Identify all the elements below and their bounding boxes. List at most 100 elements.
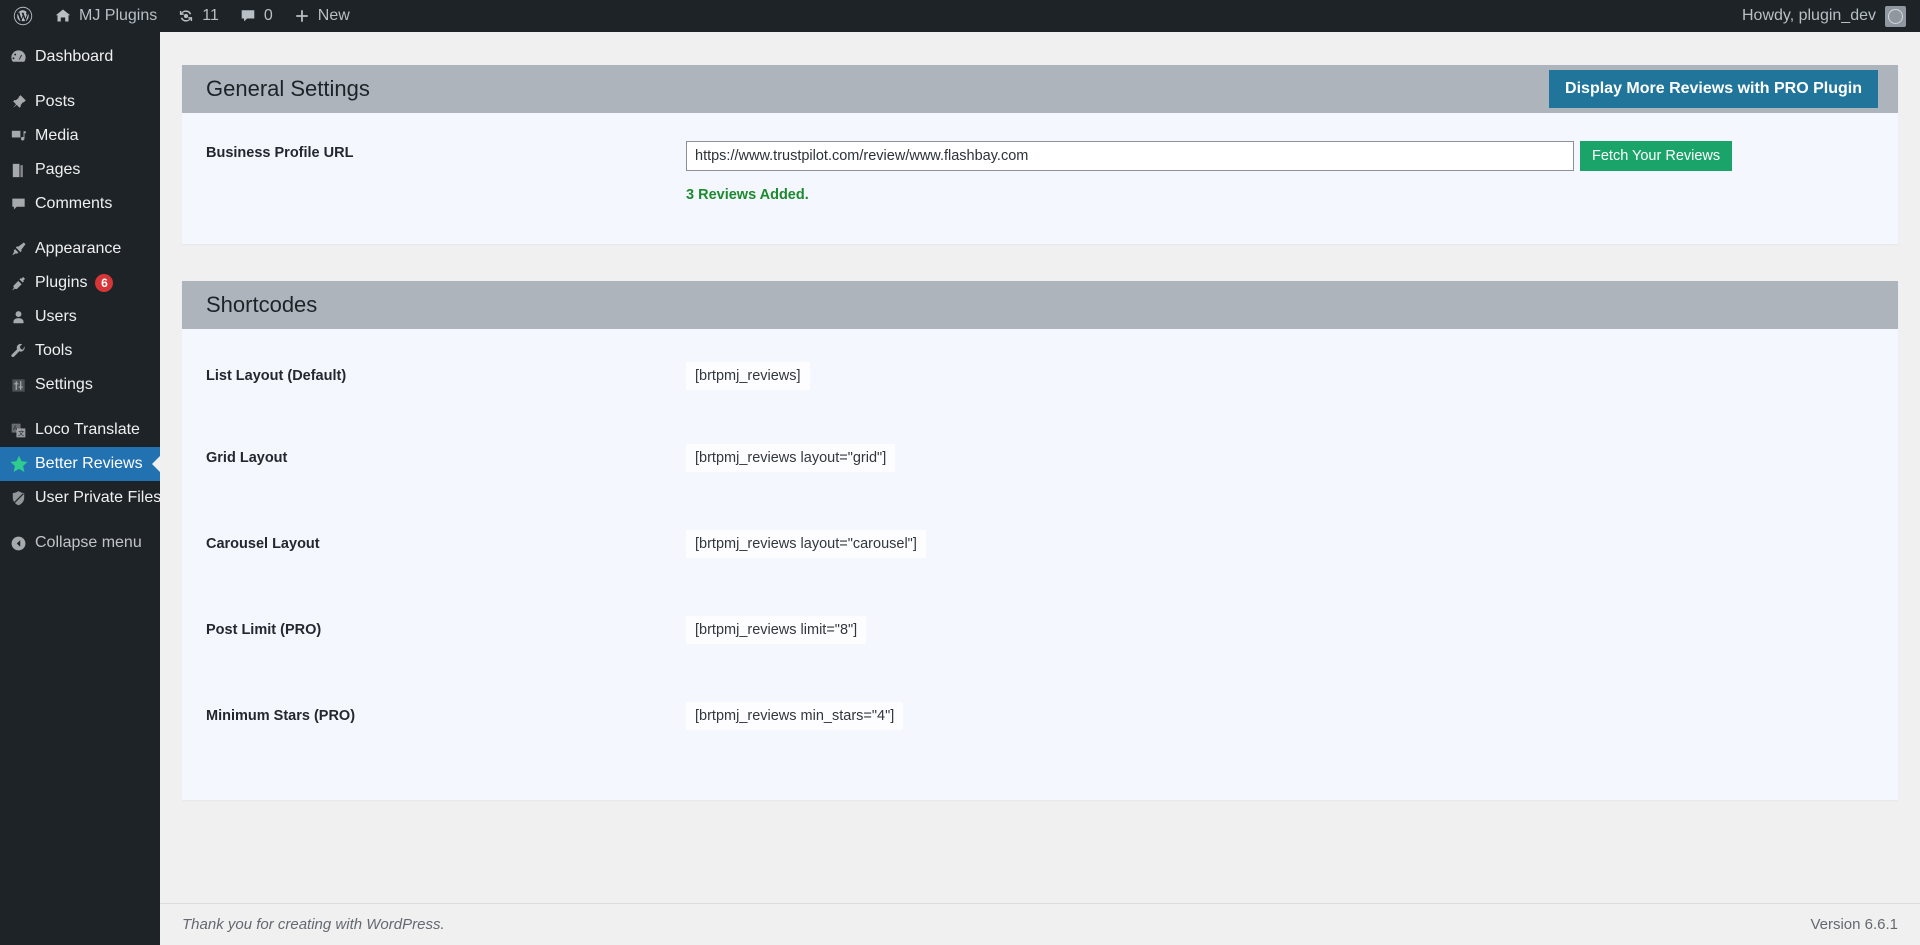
updates-button[interactable]: 11 (167, 0, 229, 32)
sidebar-item-label: Tools (35, 342, 73, 359)
avatar (1885, 5, 1906, 27)
shortcode-label: Post Limit (PRO) (206, 622, 322, 638)
wordpress-logo-icon (13, 6, 33, 26)
general-settings-panel: General Settings Display More Reviews wi… (182, 65, 1898, 244)
wrench-icon (9, 342, 35, 361)
shortcode-row-minimum-stars: Minimum Stars (PRO) [brtpmj_reviews min_… (182, 673, 1898, 759)
sidebar-item-comments[interactable]: Comments (0, 187, 160, 221)
business-profile-url-field: Fetch Your Reviews 3 Reviews Added. (686, 141, 1874, 203)
sidebar-item-tools[interactable]: Tools (0, 334, 160, 368)
shortcode-label: Grid Layout (206, 450, 288, 466)
pages-icon (9, 161, 35, 180)
account-greeting: Howdy, plugin_dev (1741, 7, 1876, 24)
sidebar-item-settings[interactable]: Settings (0, 368, 160, 402)
shortcode-code[interactable]: [brtpmj_reviews layout="grid"] (686, 444, 896, 472)
business-profile-url-input[interactable] (686, 141, 1574, 171)
collapse-menu-label: Collapse menu (35, 534, 142, 551)
sidebar-separator (0, 74, 160, 85)
fetch-your-reviews-button[interactable]: Fetch Your Reviews (1580, 141, 1733, 171)
sidebar-separator (0, 221, 160, 232)
shortcodes-panel: Shortcodes List Layout (Default) [brtpmj… (182, 281, 1898, 800)
dashboard-icon (9, 48, 35, 67)
sidebar-item-pages[interactable]: Pages (0, 153, 160, 187)
sidebar-item-better-reviews[interactable]: Better Reviews (0, 447, 160, 481)
new-content-button[interactable]: New (283, 0, 360, 32)
comment-bubble-icon (239, 7, 257, 25)
sidebar-item-label: Loco Translate (35, 421, 140, 438)
updates-icon (177, 7, 195, 25)
shortcode-code[interactable]: [brtpmj_reviews] (686, 362, 810, 390)
shortcode-code[interactable]: [brtpmj_reviews layout="carousel"] (686, 530, 926, 558)
sidebar-item-dashboard[interactable]: Dashboard (0, 40, 160, 74)
sidebar-separator (0, 515, 160, 526)
updates-count: 11 (202, 7, 219, 24)
general-settings-header: General Settings Display More Reviews wi… (182, 65, 1898, 113)
business-profile-url-row: Business Profile URL Fetch Your Reviews … (182, 113, 1898, 203)
wordpress-version: Version 6.6.1 (1810, 916, 1898, 933)
comment-bubble-icon (9, 195, 35, 214)
admin-sidebar: Dashboard Posts Media Pages Comments App… (0, 32, 162, 945)
sidebar-item-users[interactable]: Users (0, 300, 160, 334)
shortcode-code[interactable]: [brtpmj_reviews min_stars="4"] (686, 702, 904, 730)
paintbrush-icon (9, 240, 35, 259)
sidebar-item-loco-translate[interactable]: A 文 Loco Translate (0, 413, 160, 447)
sidebar-item-label: Plugins (35, 274, 88, 291)
shortcode-label: Minimum Stars (PRO) (206, 708, 356, 724)
sidebar-item-appearance[interactable]: Appearance (0, 232, 160, 266)
admin-footer: Thank you for creating with WordPress. V… (160, 903, 1920, 945)
site-name-button[interactable]: MJ Plugins (44, 0, 167, 32)
sidebar-item-posts[interactable]: Posts (0, 85, 160, 119)
sidebar-item-label: Posts (35, 93, 76, 110)
sidebar-item-label: Appearance (35, 240, 122, 257)
sidebar-separator (0, 402, 160, 413)
shortcode-code[interactable]: [brtpmj_reviews limit="8"] (686, 616, 867, 644)
sidebar-item-label: Media (35, 127, 79, 144)
shortcodes-header: Shortcodes (182, 281, 1898, 329)
sidebar-item-label: Users (35, 308, 77, 325)
sidebar-item-label: Comments (35, 195, 113, 212)
footer-thanks-prefix: Thank you for creating with (182, 916, 367, 933)
wordpress-link[interactable]: WordPress (366, 916, 440, 933)
main-content: General Settings Display More Reviews wi… (160, 32, 1920, 945)
general-settings-title: General Settings (206, 76, 370, 101)
footer-thanks: Thank you for creating with WordPress. (182, 916, 445, 933)
shortcode-row-carousel-layout: Carousel Layout [brtpmj_reviews layout="… (182, 501, 1898, 587)
plugins-update-badge: 6 (95, 274, 114, 292)
sidebar-item-label: Settings (35, 376, 93, 393)
collapse-menu-button[interactable]: Collapse menu (0, 526, 160, 560)
shortcode-label: List Layout (Default) (206, 368, 347, 384)
shortcode-row-list-layout: List Layout (Default) [brtpmj_reviews] (182, 329, 1898, 415)
sidebar-item-user-private-files[interactable]: User Private Files (0, 481, 162, 515)
comments-count: 0 (263, 7, 273, 24)
sidebar-item-label: User Private Files (35, 489, 162, 506)
shield-slash-icon (9, 489, 35, 508)
sidebar-item-label: Dashboard (35, 48, 114, 65)
account-menu[interactable]: Howdy, plugin_dev (1741, 5, 1920, 27)
shortcodes-title: Shortcodes (206, 292, 318, 317)
plus-icon (293, 7, 311, 25)
user-icon (9, 308, 35, 327)
collapse-arrow-icon (9, 534, 35, 553)
sidebar-item-plugins[interactable]: Plugins 6 (0, 266, 160, 300)
admin-bar: MJ Plugins 11 0 New Howdy, plugin_dev (0, 0, 1920, 32)
reviews-added-notice: 3 Reviews Added. (686, 187, 809, 203)
display-more-reviews-pro-button[interactable]: Display More Reviews with PRO Plugin (1549, 70, 1878, 108)
star-icon (9, 454, 35, 474)
sidebar-item-media[interactable]: Media (0, 119, 160, 153)
sidebar-item-label: Pages (35, 161, 81, 178)
business-profile-url-label: Business Profile URL (206, 145, 354, 161)
wordpress-logo-button[interactable] (0, 0, 44, 32)
svg-text:文: 文 (18, 429, 24, 437)
site-name-label: MJ Plugins (79, 7, 158, 24)
footer-thanks-suffix: . (440, 916, 445, 933)
shortcode-row-grid-layout: Grid Layout [brtpmj_reviews layout="grid… (182, 415, 1898, 501)
shortcode-label: Carousel Layout (206, 536, 320, 552)
sidebar-item-label: Better Reviews (35, 455, 143, 472)
plug-icon (9, 274, 35, 293)
media-icon (9, 127, 35, 146)
new-content-label: New (317, 7, 350, 24)
sliders-icon (9, 376, 35, 395)
shortcode-row-post-limit: Post Limit (PRO) [brtpmj_reviews limit="… (182, 587, 1898, 673)
home-icon (54, 7, 72, 25)
comments-button[interactable]: 0 (229, 0, 283, 32)
